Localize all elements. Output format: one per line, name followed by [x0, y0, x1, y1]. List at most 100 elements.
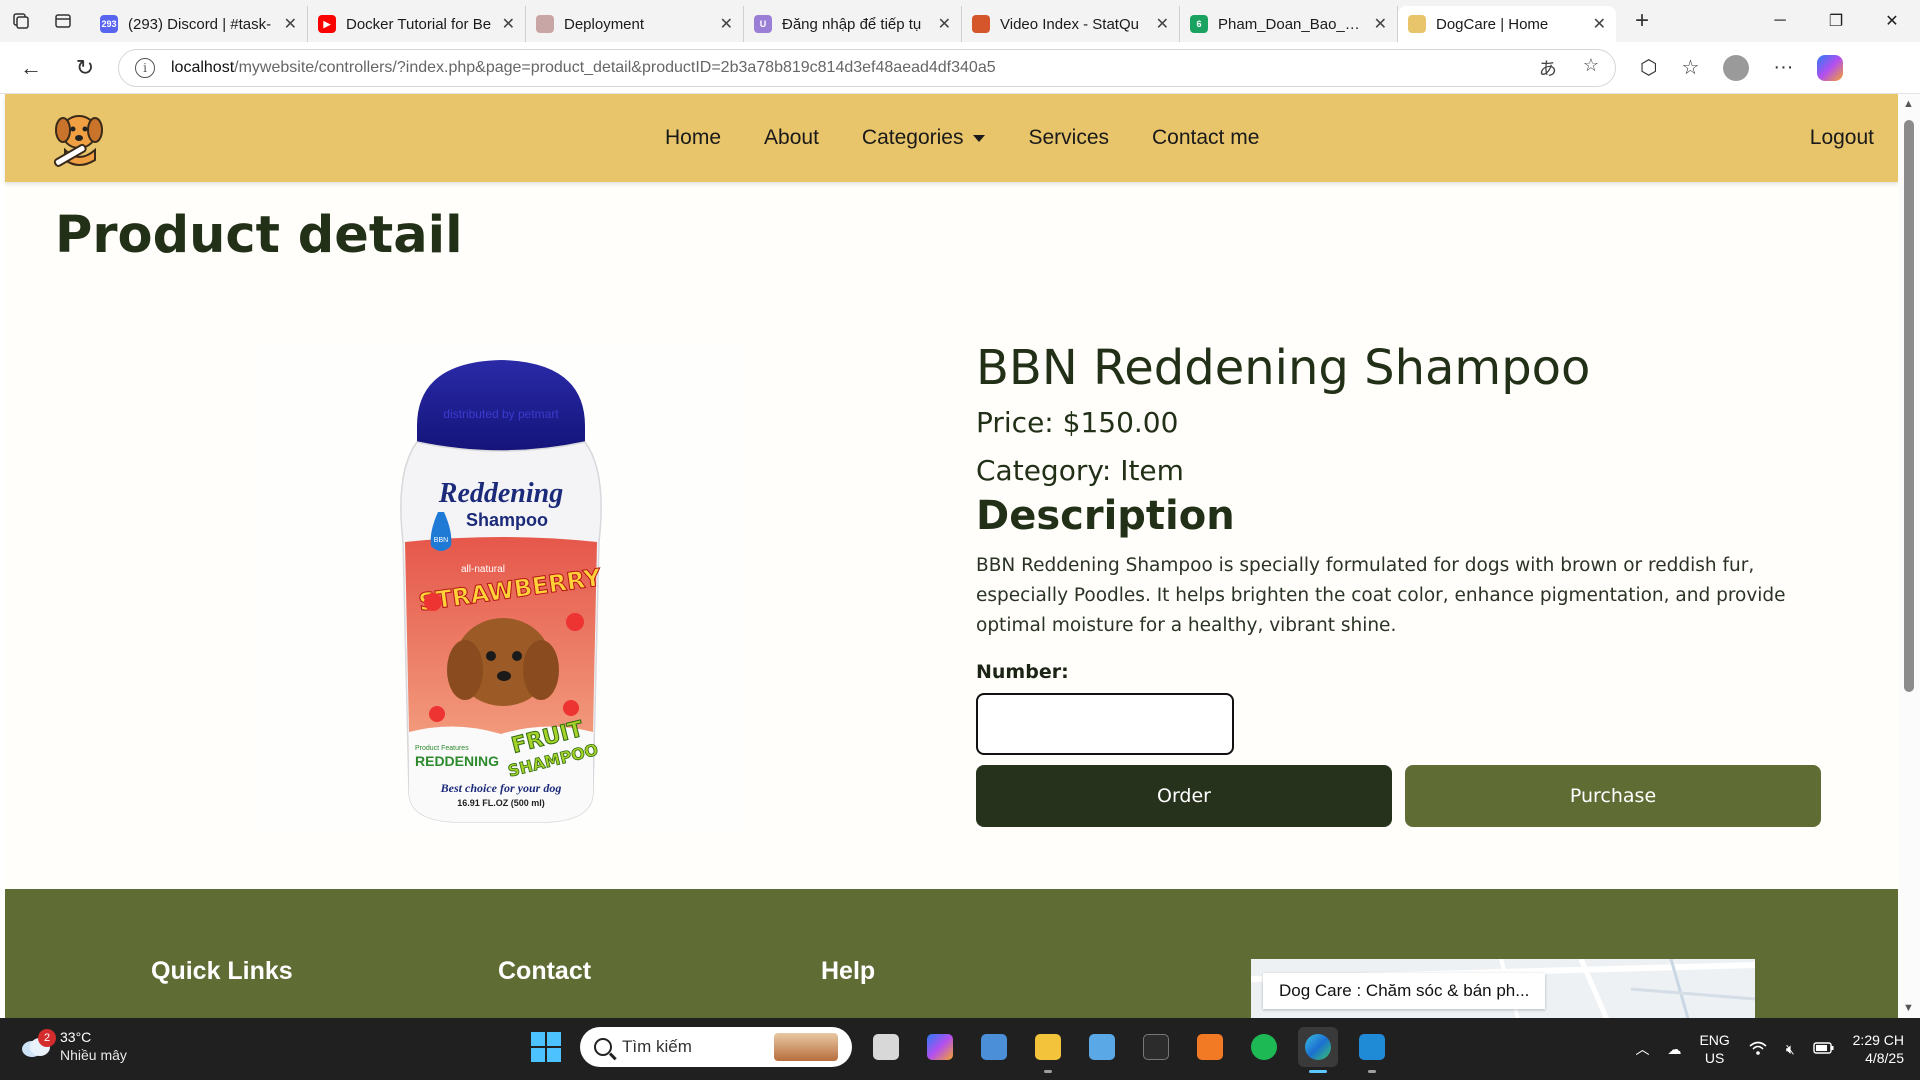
nav-services[interactable]: Services — [1028, 126, 1109, 150]
dog-logo-icon[interactable] — [45, 108, 107, 168]
browser-tab[interactable]: Deployment ✕ — [526, 6, 744, 42]
product-name: BBN Reddening Shampoo — [976, 340, 1591, 396]
weather-badge: 2 — [38, 1029, 56, 1047]
nav-categories[interactable]: Categories — [862, 126, 986, 150]
cloud-icon: 2 — [20, 1029, 56, 1059]
copilot-app-icon[interactable] — [920, 1027, 960, 1067]
description-text: BBN Reddening Shampoo is specially formu… — [976, 555, 1786, 636]
wifi-icon[interactable] — [1748, 1040, 1768, 1059]
map-place-card[interactable]: Dog Care : Chăm sóc & bán ph... — [1263, 973, 1546, 1009]
tab-close-icon[interactable]: ✕ — [502, 14, 515, 34]
profile-avatar[interactable] — [1723, 54, 1750, 81]
lang-line2: US — [1704, 1050, 1725, 1066]
weather-condition: Nhiều mây — [60, 1047, 127, 1063]
tab-title: Docker Tutorial for Be — [346, 15, 492, 33]
favorites-icon[interactable]: ☆ — [1681, 55, 1699, 80]
tab-close-icon[interactable]: ✕ — [938, 14, 951, 34]
copilot-icon[interactable] — [1817, 54, 1844, 81]
read-aloud-icon[interactable]: あ — [1539, 55, 1557, 81]
vscode-icon[interactable] — [1352, 1027, 1392, 1073]
main-nav: Home About Categories Services Contact m… — [665, 94, 1259, 182]
tab-title: Pham_Doan_Bao_Trun — [1218, 15, 1366, 33]
back-button[interactable]: ← — [8, 48, 54, 88]
page-viewport: Home About Categories Services Contact m… — [0, 94, 1920, 1018]
browser-tab[interactable]: 6 Pham_Doan_Bao_Trun ✕ — [1180, 6, 1398, 42]
spotify-icon[interactable] — [1244, 1027, 1284, 1067]
tab-favicon-icon: U — [754, 15, 772, 33]
caret-down-icon — [973, 134, 986, 142]
tab-title: Video Index - StatQu — [1000, 15, 1139, 33]
label-natural: all-natural — [461, 564, 505, 575]
clock-time: 2:29 CH — [1852, 1032, 1904, 1048]
language-indicator[interactable]: ENG US — [1699, 1031, 1729, 1067]
minimize-button[interactable]: ─ — [1752, 0, 1808, 42]
embedded-map[interactable]: Dog Care : Chăm sóc & bán ph... — [1251, 959, 1755, 1018]
system-clock[interactable]: 2:29 CH 4/8/25 — [1853, 1031, 1904, 1067]
tab-close-icon[interactable]: ✕ — [1156, 14, 1169, 34]
page-scrollbar[interactable]: ▲ ▼ — [1898, 94, 1920, 1018]
windows-taskbar: 2 33°C Nhiều mây Tìm kiếm ︿ ☁ ENG US 🔇︎ … — [0, 1018, 1920, 1080]
terminal-icon[interactable] — [1136, 1027, 1176, 1067]
browser-tab[interactable]: ▶ Docker Tutorial for Be ✕ — [308, 6, 526, 42]
purchase-button[interactable]: Purchase — [1405, 765, 1821, 827]
more-menu-icon[interactable]: ··· — [1773, 56, 1793, 79]
tab-favicon-icon — [536, 15, 554, 33]
favorite-star-icon[interactable]: ☆ — [1583, 55, 1599, 81]
onedrive-icon[interactable]: ☁ — [1667, 1041, 1681, 1058]
tab-close-icon[interactable]: ✕ — [720, 14, 733, 34]
footer-help: Help — [821, 957, 876, 985]
start-button[interactable] — [526, 1027, 566, 1067]
task-view-icon[interactable] — [866, 1027, 906, 1067]
label-brand-2: Shampoo — [466, 510, 548, 530]
order-button[interactable]: Order — [976, 765, 1392, 827]
tab-close-icon[interactable]: ✕ — [1374, 14, 1387, 34]
search-icon — [594, 1038, 612, 1056]
nav-about[interactable]: About — [764, 126, 819, 150]
tray-chevron-icon[interactable]: ︿ — [1635, 1039, 1649, 1059]
scroll-down-icon[interactable]: ▼ — [1903, 1002, 1914, 1014]
xampp-icon[interactable] — [1190, 1027, 1230, 1067]
photos-app-icon[interactable] — [974, 1027, 1014, 1067]
tab-close-icon[interactable]: ✕ — [1593, 14, 1606, 34]
label-slogan: Best choice for your dog — [440, 781, 562, 795]
address-bar-row: ← ↻ i localhost/mywebsite/controllers/?i… — [0, 42, 1920, 94]
taskbar-search-placeholder: Tìm kiếm — [622, 1037, 692, 1056]
nav-contact[interactable]: Contact me — [1152, 126, 1259, 150]
logout-link[interactable]: Logout — [1810, 94, 1874, 182]
battery-icon[interactable] — [1812, 1041, 1835, 1058]
refresh-button[interactable]: ↻ — [62, 48, 108, 88]
browser-tab[interactable]: U Đăng nhập để tiếp tụ ✕ — [744, 6, 962, 42]
url-path: /mywebsite/controllers/?index.php&page=p… — [234, 58, 996, 76]
new-tab-button[interactable]: + — [1620, 3, 1664, 39]
label-feature-name: REDDENING — [415, 753, 499, 769]
nav-home[interactable]: Home — [665, 126, 721, 150]
edge-browser-icon[interactable] — [1298, 1027, 1338, 1073]
extensions-icon[interactable]: ⬡ — [1640, 55, 1657, 80]
tab-actions-icon[interactable] — [42, 0, 84, 42]
browser-tab[interactable]: DogCare | Home ✕ — [1398, 6, 1616, 42]
taskbar-search[interactable]: Tìm kiếm — [580, 1027, 852, 1067]
number-input[interactable] — [976, 693, 1234, 755]
notepad-icon[interactable] — [1082, 1027, 1122, 1067]
tab-close-icon[interactable]: ✕ — [284, 14, 297, 34]
scroll-up-icon[interactable]: ▲ — [1903, 98, 1914, 110]
file-explorer-icon[interactable] — [1028, 1027, 1068, 1073]
browser-tab[interactable]: 293 (293) Discord | #task- ✕ — [90, 6, 308, 42]
url-input[interactable]: i localhost/mywebsite/controllers/?index… — [118, 48, 1616, 87]
action-buttons: Order Purchase — [976, 765, 1828, 827]
label-tag: BBN — [434, 537, 448, 544]
label-features: Product Features — [415, 745, 469, 752]
site-info-icon[interactable]: i — [135, 57, 155, 78]
browser-tab[interactable]: Video Index - StatQu ✕ — [962, 6, 1180, 42]
tab-favicon-icon — [1408, 15, 1426, 33]
volume-muted-icon[interactable]: 🔇︎ — [1786, 1041, 1795, 1058]
close-window-button[interactable]: ✕ — [1864, 0, 1920, 42]
scrollbar-thumb[interactable] — [1904, 120, 1914, 692]
restore-button[interactable]: ❐ — [1808, 0, 1864, 42]
workspaces-icon[interactable] — [0, 0, 42, 42]
description-heading: Description — [976, 493, 1235, 539]
page-title: Product detail — [55, 206, 463, 265]
label-brand-1: Reddening — [438, 478, 563, 509]
weather-widget[interactable]: 2 33°C Nhiều mây — [20, 1028, 127, 1064]
tab-title: Đăng nhập để tiếp tụ — [782, 15, 922, 33]
